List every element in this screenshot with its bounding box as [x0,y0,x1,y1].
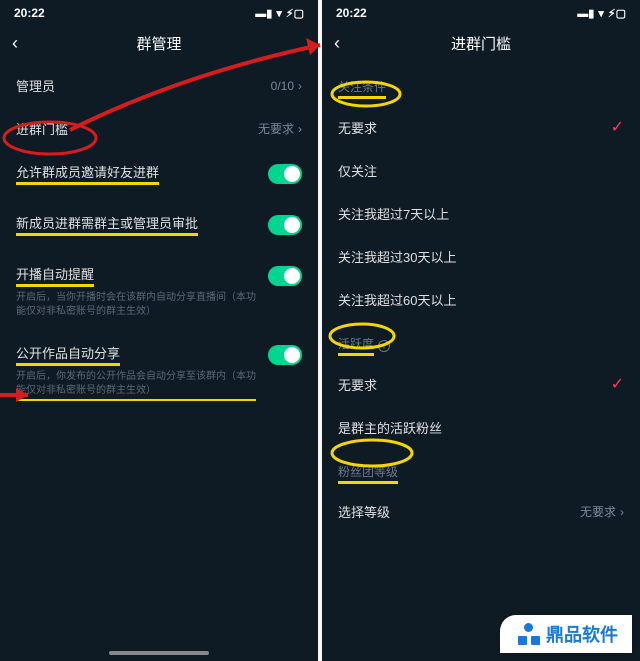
opt-30days[interactable]: 关注我超过30天以上 [322,235,640,278]
live-remind-toggle[interactable] [268,266,302,286]
back-icon[interactable]: ‹ [334,33,340,54]
row-threshold[interactable]: 进群门槛 无要求 › [0,107,318,150]
chevron-icon: › [620,505,624,519]
section-active: 活跃度 i [322,321,640,362]
phone-right: 20:22 ▬▮▾⚡︎▢ ‹ 进群门槛 关注条件 无要求 ✓ 仅关注 关注我超过… [322,0,640,661]
auto-share-desc: 开启后，你发布的公开作品会自动分享至该群内（本功能仅对非私密账号的群主生效） [16,370,256,401]
status-time: 20:22 [336,6,367,20]
watermark: 鼎品软件 [500,615,632,653]
approve-label: 新成员进群需群主或管理员审批 [16,213,198,236]
opt-none[interactable]: 无要求 ✓ [322,105,640,149]
threshold-label: 进群门槛 [16,119,258,138]
row-select-level[interactable]: 选择等级 无要求 › [322,490,640,533]
status-icons: ▬▮▾⚡︎▢ [577,7,626,20]
active-none[interactable]: 无要求 ✓ [322,362,640,406]
admin-label: 管理员 [16,76,271,95]
row-live-remind: 开播自动提醒 开启后，当你开播时会在该群内自动分享直播间（本功能仅对非私密账号的… [0,252,318,331]
phone-left: 20:22 ▬▮▾⚡︎▢ ‹ 群管理 管理员 0/10 › 进群门槛 无要求 ›… [0,0,318,661]
invite-toggle[interactable] [268,164,302,184]
invite-label: 允许群成员邀请好友进群 [16,162,159,185]
check-icon: ✓ [611,374,624,394]
nav-header-right: ‹ 进群门槛 [322,22,640,64]
section-level: 粉丝团等级 [322,449,640,490]
status-bar: 20:22 ▬▮▾⚡︎▢ [322,0,640,22]
chevron-icon: › [298,79,302,93]
approve-toggle[interactable] [268,215,302,235]
live-remind-label: 开播自动提醒 [16,264,94,287]
info-icon[interactable]: i [378,340,390,352]
section-follow: 关注条件 [322,64,640,105]
opt-60days[interactable]: 关注我超过60天以上 [322,278,640,321]
chevron-icon: › [298,122,302,136]
page-title-left: 群管理 [136,33,181,54]
back-icon[interactable]: ‹ [12,33,18,54]
admin-value: 0/10 [271,79,294,93]
watermark-text: 鼎品软件 [546,621,618,647]
nav-header-left: ‹ 群管理 [0,22,318,64]
auto-share-label: 公开作品自动分享 [16,343,120,366]
opt-only-follow[interactable]: 仅关注 [322,149,640,192]
opt-7days[interactable]: 关注我超过7天以上 [322,192,640,235]
check-icon: ✓ [611,117,624,137]
row-admin[interactable]: 管理员 0/10 › [0,64,318,107]
page-title-right: 进群门槛 [451,33,511,54]
active-fan[interactable]: 是群主的活跃粉丝 [322,406,640,449]
row-invite: 允许群成员邀请好友进群 [0,150,318,201]
row-auto-share: 公开作品自动分享 开启后，你发布的公开作品会自动分享至该群内（本功能仅对非私密账… [0,331,318,413]
watermark-logo-icon [518,623,540,645]
status-time: 20:22 [14,6,45,20]
threshold-value: 无要求 [258,120,294,137]
status-bar: 20:22 ▬▮▾⚡︎▢ [0,0,318,22]
live-remind-desc: 开启后，当你开播时会在该群内自动分享直播间（本功能仅对非私密账号的群主生效） [16,291,256,319]
status-icons: ▬▮▾⚡︎▢ [255,7,304,20]
home-indicator [109,651,209,655]
row-approve: 新成员进群需群主或管理员审批 [0,201,318,252]
auto-share-toggle[interactable] [268,345,302,365]
